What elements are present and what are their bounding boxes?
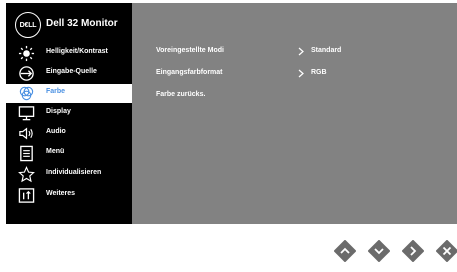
sidebar-item-label: Weiteres [46, 190, 76, 197]
sidebar-item-input-source[interactable]: Eingabe-Quelle [6, 64, 132, 83]
chevron-right-icon [298, 47, 304, 56]
input-color-format-row[interactable]: Eingangsfarbformat RGB [132, 67, 457, 81]
audio-icon [19, 127, 33, 140]
info-icon [18, 188, 35, 203]
input-source-icon [19, 66, 34, 81]
chevron-right-icon [298, 69, 304, 78]
input-color-format-value: RGB [311, 69, 327, 76]
settings-panel: Voreingestellte Modi Standard Eingangsfa… [132, 3, 457, 224]
sidebar-item-menu[interactable]: Menü [6, 144, 132, 163]
sidebar-item-label: Audio [46, 128, 66, 135]
close-button[interactable] [436, 240, 457, 262]
up-button[interactable] [334, 240, 356, 262]
sidebar-item-label: Farbe [46, 88, 66, 95]
color-icon [19, 86, 34, 101]
osd-title: Dell 32 Monitor [46, 18, 118, 29]
sidebar-item-label: Individualisieren [46, 169, 102, 176]
input-color-format-label: Eingangsfarbformat [156, 69, 223, 76]
preset-modes-value: Standard [311, 47, 342, 54]
menu-icon [20, 145, 33, 162]
display-icon [18, 106, 35, 121]
osd-window: D€LL Dell 32 Monitor Helligkeit/Kontrast [0, 0, 457, 224]
sidebar-item-others[interactable]: Weiteres [6, 186, 132, 205]
sidebar-item-label: Eingabe-Quelle [46, 68, 97, 75]
sidebar-item-label: Menü [46, 148, 65, 155]
sidebar-item-label: Display [46, 108, 71, 115]
right-button[interactable] [402, 240, 424, 262]
sidebar-item-color[interactable]: Farbe [6, 84, 132, 103]
osd-header: D€LL Dell 32 Monitor [6, 3, 132, 41]
sidebar-item-label: Helligkeit/Kontrast [46, 48, 108, 55]
reset-color-label: Farbe zurücks. [156, 91, 206, 98]
preset-modes-label: Voreingestellte Modi [156, 47, 224, 54]
down-button[interactable] [368, 240, 390, 262]
sidebar-item-brightness-contrast[interactable]: Helligkeit/Kontrast [6, 44, 132, 63]
reset-color-row[interactable]: Farbe zurücks. [132, 89, 457, 103]
brightness-icon [18, 45, 35, 62]
star-icon [18, 166, 35, 183]
dell-logo: D€LL [15, 12, 41, 38]
sidebar-item-display[interactable]: Display [6, 104, 132, 123]
sidebar-item-personalize[interactable]: Individualisieren [6, 165, 132, 184]
preset-modes-row[interactable]: Voreingestellte Modi Standard [132, 45, 457, 59]
sidebar-item-audio[interactable]: Audio [6, 124, 132, 143]
sidebar: D€LL Dell 32 Monitor Helligkeit/Kontrast [6, 3, 132, 224]
